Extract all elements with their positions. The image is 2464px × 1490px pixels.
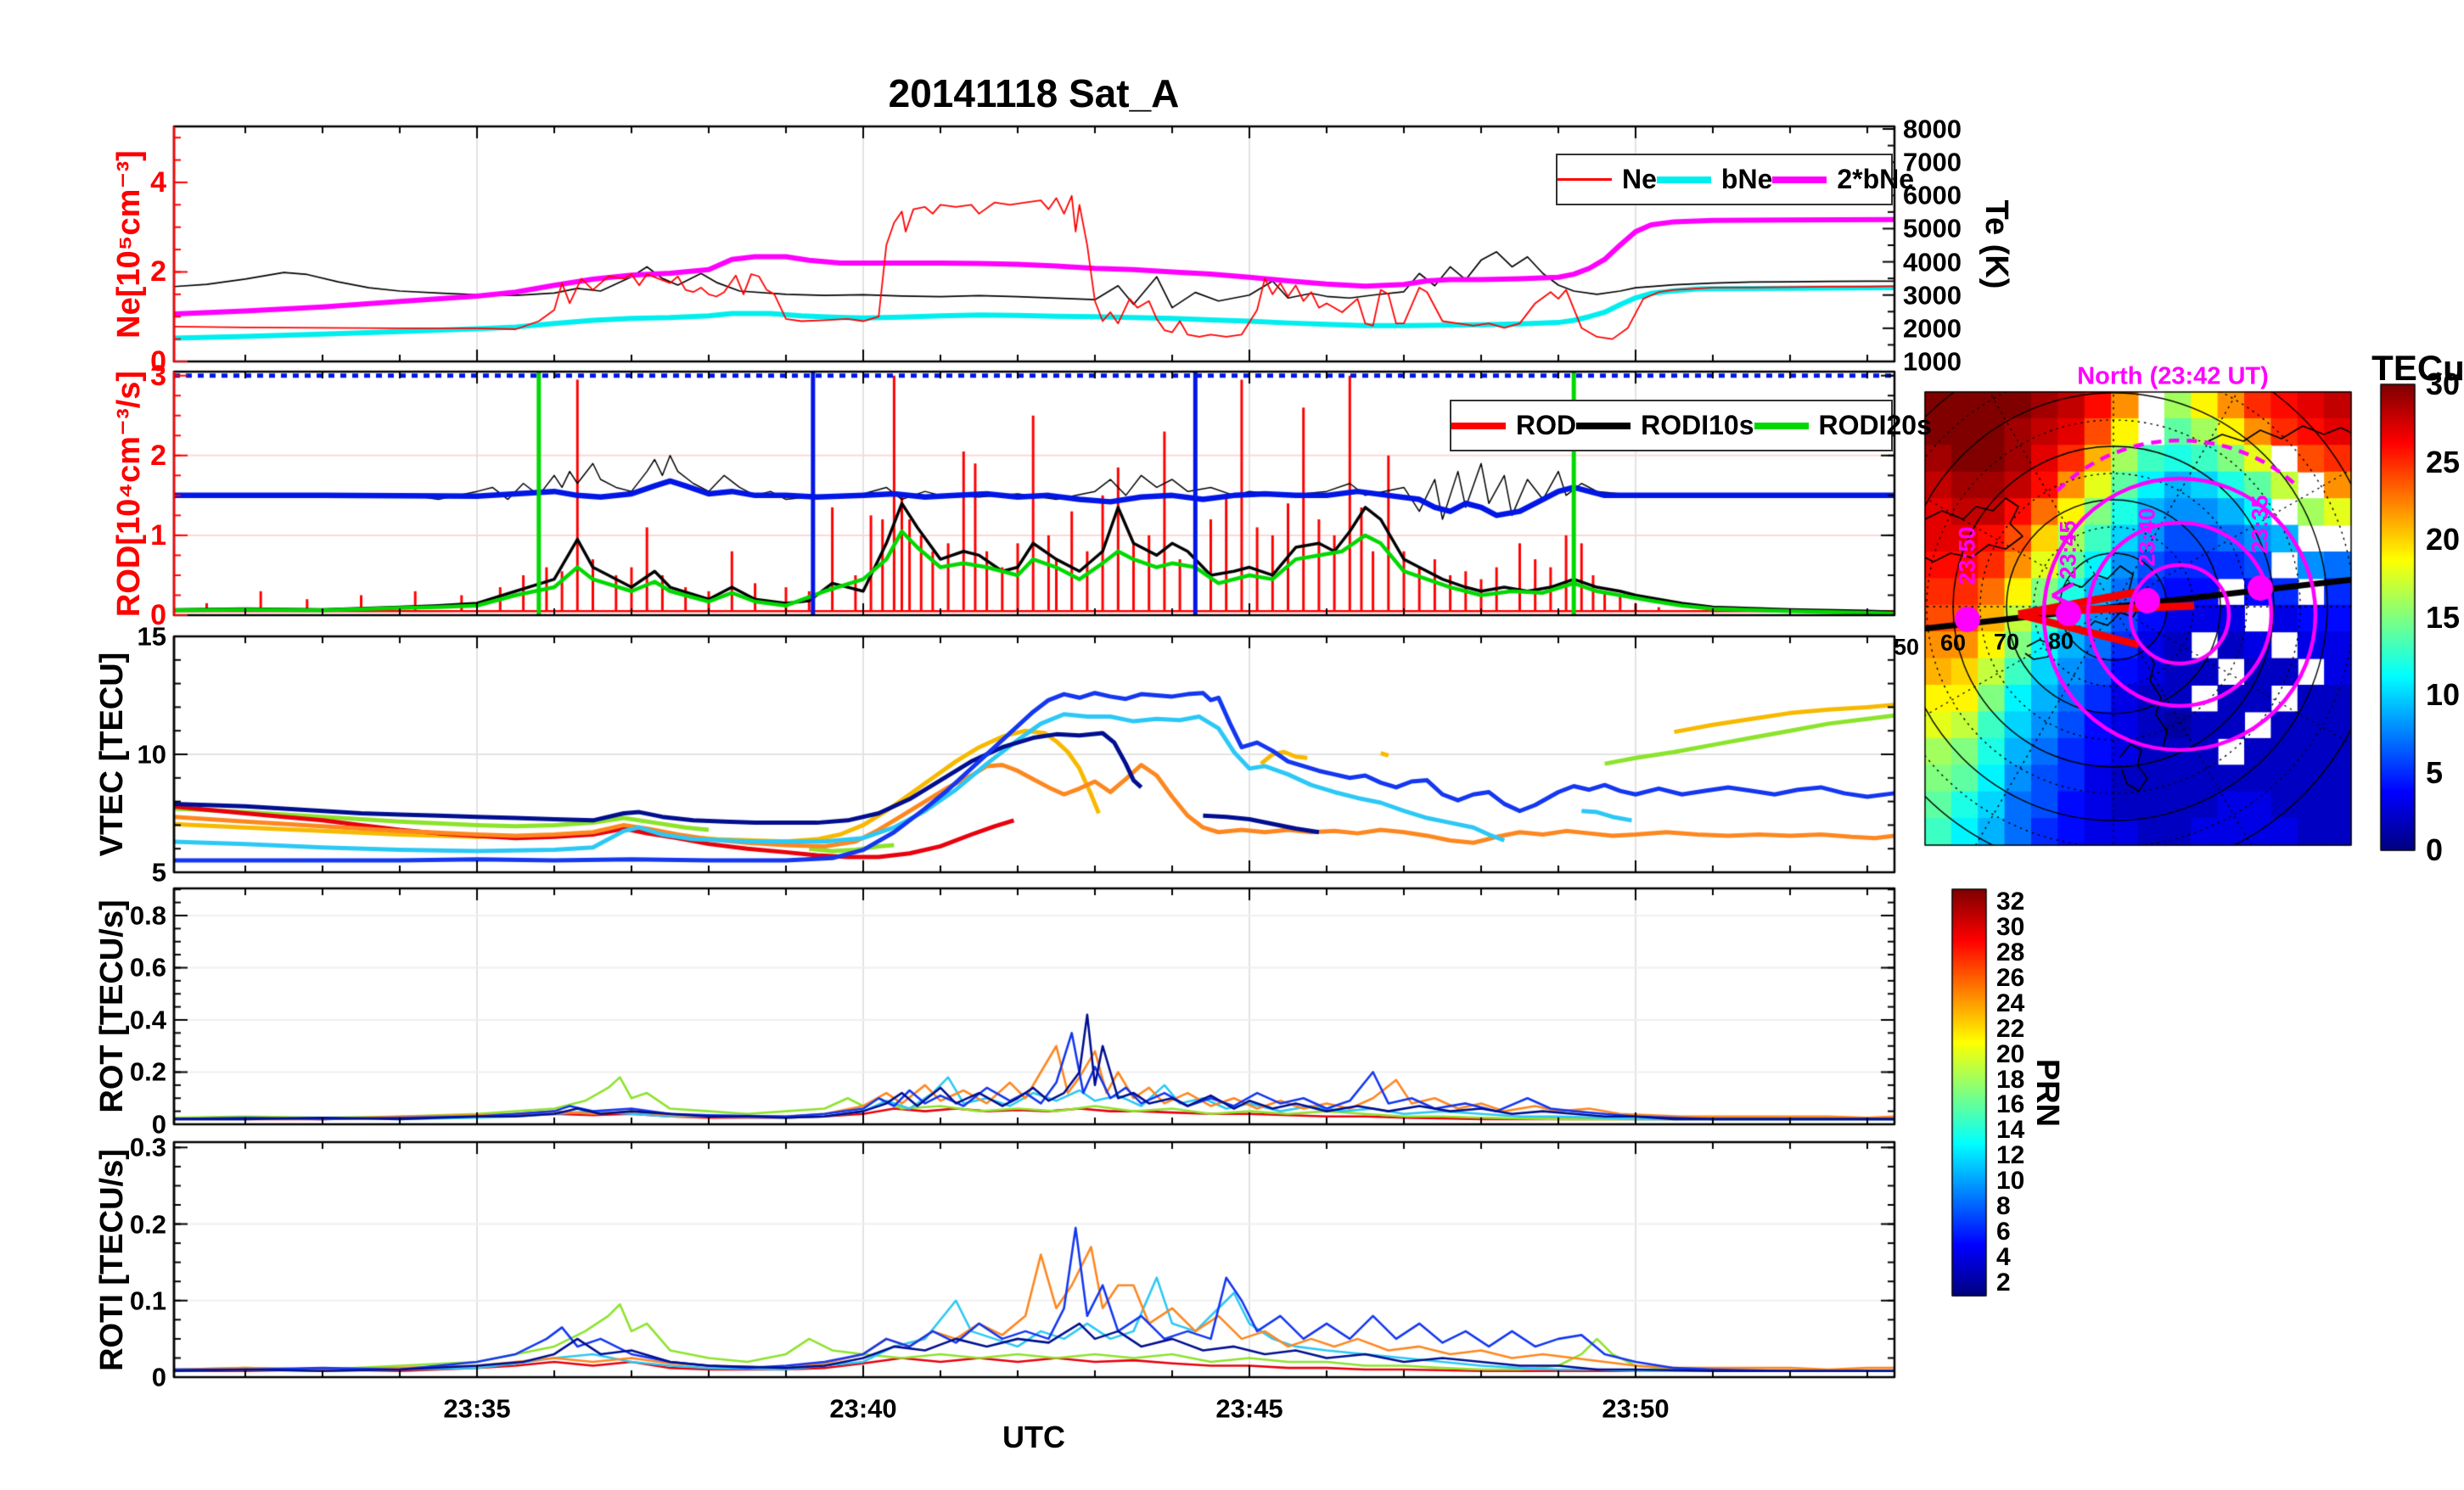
rot-y-tick-label: 0.2 — [129, 1056, 166, 1087]
legend-label: ROD — [1516, 410, 1577, 440]
figure: 20141118 Sat_A Ne[10⁵cm⁻³] ROD[10⁴cm⁻³/s… — [0, 0, 2464, 1490]
legend-label: Ne — [1622, 164, 1657, 194]
map-latitude-label: 80 — [2047, 628, 2074, 654]
legend-item-ROD: ROD — [1451, 410, 1576, 441]
roti-y-tick-label: 0.2 — [129, 1209, 166, 1240]
legend-label: RODI10s — [1641, 410, 1754, 440]
legend-line-swatch — [1656, 176, 1711, 183]
x-tick-label: 23:45 — [1215, 1393, 1283, 1424]
legend-item-Ne: Ne — [1558, 164, 1657, 195]
prn-tick-label: 10 — [1996, 1167, 2025, 1196]
legend-item-RODI20s: RODI20s — [1754, 410, 1932, 441]
prn-tick-label: 26 — [1996, 963, 2025, 992]
tecu-tick-label: 0 — [2426, 832, 2444, 867]
prn-tick-label: 16 — [1996, 1090, 2025, 1119]
vtec-axis-label: VTEC [TECU] — [94, 652, 130, 857]
map-title: North (23:42 UT) — [2077, 362, 2269, 390]
x-tick-label: 23:35 — [443, 1393, 511, 1424]
te-tick-label: 5000 — [1903, 213, 1962, 244]
tecu-tick-label: 5 — [2426, 754, 2444, 790]
prn-tick-label: 12 — [1996, 1141, 2025, 1170]
tecu-tick-label: 25 — [2426, 444, 2461, 479]
legend-item-bNe: bNe — [1656, 164, 1773, 195]
prn-tick-label: 8 — [1996, 1192, 2011, 1221]
legend-line-swatch — [1772, 176, 1827, 183]
legend-label: 2*bNe — [1837, 164, 1915, 194]
rod-y-tick-label: 3 — [150, 359, 166, 392]
legend-line-swatch — [1558, 178, 1612, 181]
rod-y-tick-label: 1 — [150, 518, 166, 552]
te-tick-label: 4000 — [1903, 247, 1962, 277]
rod-axis-label: ROD[10⁴cm⁻³/s] — [111, 370, 147, 618]
ne-y-tick-label: 2 — [150, 255, 166, 288]
tecu-tick-label: 10 — [2426, 677, 2461, 712]
prn-tick-label: 4 — [1996, 1243, 2011, 1272]
legend-rod-panel: ROD RODI10s RODI20s — [1450, 400, 1932, 451]
map-latitude-label: 60 — [1939, 630, 1967, 656]
legend-item-RODI10s: RODI10s — [1576, 410, 1754, 441]
legend-line-swatch — [1576, 422, 1631, 429]
te-tick-label: 8000 — [1903, 114, 1962, 144]
map-track-time-label: 23:45 — [2055, 520, 2081, 580]
map-track-time-label: 23:35 — [2247, 495, 2273, 554]
figure-canvas — [0, 0, 2464, 1490]
te-tick-label: 1000 — [1903, 346, 1962, 377]
legend-line-swatch — [1451, 422, 1506, 429]
x-tick-label: 23:40 — [829, 1393, 897, 1424]
legend-line-swatch — [1754, 422, 1809, 429]
prn-tick-label: 18 — [1996, 1065, 2025, 1094]
prn-tick-label: 24 — [1996, 989, 2025, 1017]
prn-tick-label: 32 — [1996, 887, 2025, 916]
prn-colorbar-label: PRN — [2029, 1058, 2065, 1128]
rot-y-tick-label: 0.6 — [129, 952, 166, 983]
vtec-y-tick-label: 15 — [137, 621, 166, 652]
roti-axis-label: ROTI [TECU/s] — [94, 1149, 130, 1371]
legend-item-2*bNe: 2*bNe — [1772, 164, 1914, 195]
ne-axis-label: Ne[10⁵cm⁻³] — [111, 150, 147, 339]
roti-y-tick-label: 0.1 — [129, 1286, 166, 1316]
x-axis-label: UTC — [1002, 1420, 1065, 1454]
roti-y-tick-label: 0 — [151, 1362, 166, 1392]
prn-tick-label: 14 — [1996, 1116, 2025, 1145]
rod-y-tick-label: 2 — [150, 439, 166, 472]
vtec-y-tick-label: 5 — [151, 857, 166, 888]
map-latitude-label: 70 — [1993, 629, 2020, 655]
legend-label: bNe — [1720, 164, 1773, 194]
tecu-tick-label: 20 — [2426, 522, 2461, 557]
tecu-tick-label: 30 — [2426, 367, 2461, 401]
ne-y-tick-label: 4 — [150, 165, 166, 199]
prn-tick-label: 6 — [1996, 1218, 2011, 1246]
x-tick-label: 23:50 — [1602, 1393, 1670, 1424]
rot-y-tick-label: 0.4 — [129, 1005, 166, 1035]
map-latitude-label: 50 — [1893, 634, 1920, 660]
prn-tick-label: 22 — [1996, 1014, 2025, 1043]
legend-ne-panel: Ne bNe 2*bNe — [1556, 154, 1914, 205]
figure-title: 20141118 Sat_A — [888, 71, 1180, 115]
te-tick-label: 3000 — [1903, 280, 1962, 311]
prn-tick-label: 20 — [1996, 1039, 2025, 1068]
prn-tick-label: 28 — [1996, 938, 2025, 966]
roti-y-tick-label: 0.3 — [129, 1132, 166, 1162]
rot-y-tick-label: 0.8 — [129, 900, 166, 931]
map-track-time-label: 23:50 — [1954, 526, 1980, 585]
map-track-time-label: 23:40 — [2134, 507, 2160, 567]
legend-label: RODI20s — [1818, 410, 1932, 440]
tecu-tick-label: 15 — [2426, 599, 2461, 635]
te-tick-label: 2000 — [1903, 313, 1962, 344]
prn-tick-label: 2 — [1996, 1269, 2011, 1297]
rot-axis-label: ROT [TECU/s] — [94, 899, 130, 1113]
te-axis-label: Te (K) — [1978, 199, 2014, 289]
prn-tick-label: 30 — [1996, 912, 2025, 941]
vtec-y-tick-label: 10 — [137, 739, 166, 770]
